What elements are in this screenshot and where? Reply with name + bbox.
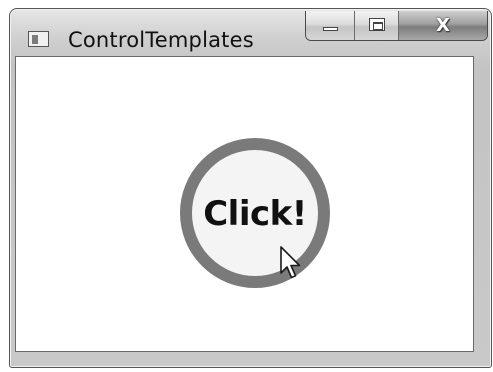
maximize-button[interactable] [355, 11, 399, 40]
caption-buttons: X [305, 11, 488, 41]
close-icon: X [436, 15, 450, 36]
close-button[interactable]: X [398, 11, 487, 40]
minimize-button[interactable] [306, 11, 356, 40]
minimize-icon [323, 27, 338, 31]
mouse-pointer-icon [280, 246, 301, 279]
app-window-icon[interactable] [28, 31, 49, 47]
click-button-label: Click! [203, 194, 307, 234]
window-title: ControlTemplates [68, 28, 254, 52]
app-window-icon-pane [32, 35, 38, 44]
click-button[interactable]: Click! [180, 138, 330, 288]
maximize-icon [369, 18, 386, 31]
